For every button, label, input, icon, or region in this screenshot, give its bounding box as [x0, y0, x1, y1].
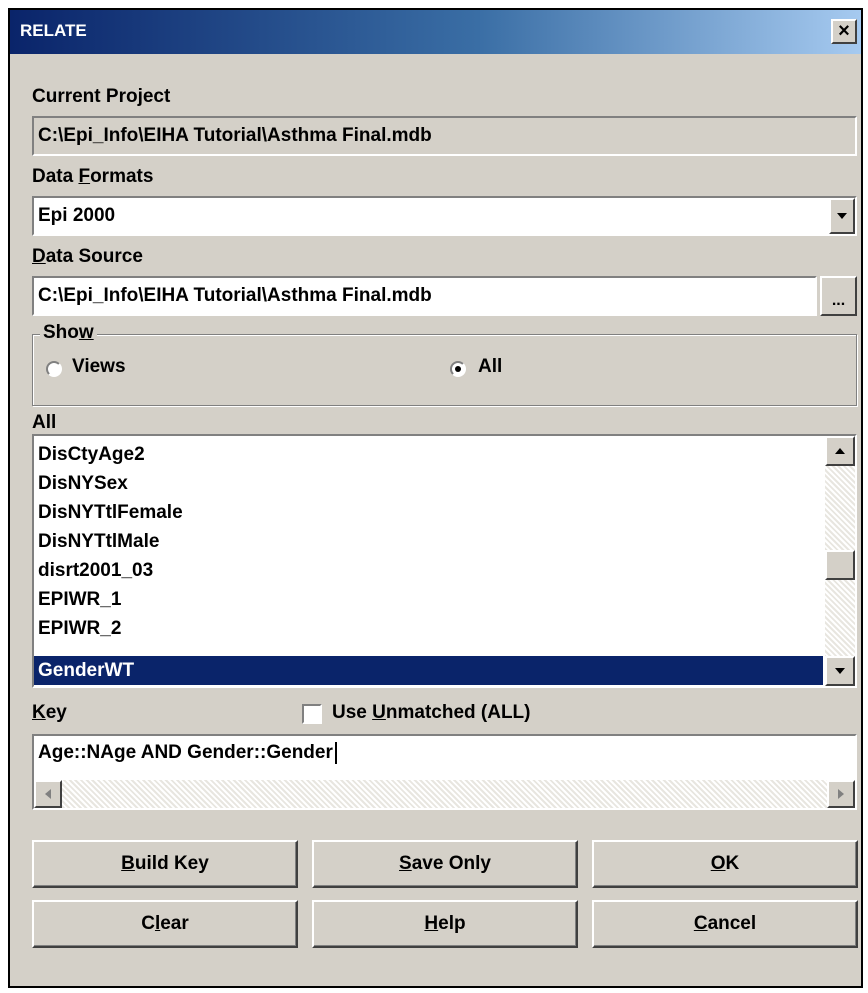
radio-selected-dot	[455, 366, 461, 372]
use-unmatched-label-post: nmatched (ALL)	[385, 702, 531, 723]
chevron-left-icon	[45, 789, 51, 799]
data-source-label-post: ata Source	[45, 246, 143, 267]
list-item[interactable]: DisNYTtlFemale	[34, 498, 823, 527]
list-item[interactable]: DisCtyAge2	[34, 440, 823, 469]
use-unmatched-label[interactable]: Use Unmatched (ALL)	[332, 702, 530, 724]
use-unmatched-label-pre: Use	[332, 702, 373, 723]
help-button[interactable]: Help	[312, 900, 578, 948]
data-formats-label-post: ormats	[90, 166, 154, 187]
radio-views[interactable]	[46, 361, 62, 377]
text-caret	[334, 742, 337, 764]
relate-dialog: RELATE × Current Project C:\Epi_Info\EIH…	[8, 8, 863, 988]
build-key-accel: B	[121, 853, 135, 874]
radio-all[interactable]	[450, 361, 466, 377]
key-label: Key	[32, 702, 67, 724]
list-item[interactable]: EPIWR_2	[34, 614, 823, 643]
list-item[interactable]: DisNYTtlMale	[34, 527, 823, 556]
data-source-value: C:\Epi_Info\EIHA Tutorial\Asthma Final.m…	[38, 285, 432, 306]
data-source-label-accel: D	[32, 246, 46, 267]
ok-button[interactable]: OK	[592, 840, 858, 888]
ok-accel: O	[710, 853, 726, 874]
data-source-input[interactable]: C:\Epi_Info\EIHA Tutorial\Asthma Final.m…	[32, 276, 817, 316]
data-formats-label-pre: Data	[32, 166, 79, 187]
data-formats-select[interactable]: Epi 2000	[32, 196, 857, 236]
key-label-accel: K	[32, 702, 46, 723]
clear-rest: ear	[160, 913, 189, 934]
list-item[interactable]: disrt2001_03	[34, 556, 823, 585]
use-unmatched-checkbox[interactable]	[302, 704, 322, 724]
clear-button[interactable]: Cl ear	[32, 900, 298, 948]
use-unmatched-label-accel: U	[372, 702, 386, 723]
save-only-accel: S	[399, 853, 412, 874]
build-key-button[interactable]: Build Key	[32, 840, 298, 888]
show-legend-accel: w	[78, 322, 94, 343]
data-formats-label: Data Formats	[32, 166, 153, 188]
list-label: All	[32, 412, 57, 433]
clear-pre: C	[141, 913, 155, 934]
show-groupbox	[32, 334, 857, 406]
key-input[interactable]: Age::NAge AND Gender::Gender	[38, 742, 337, 764]
radio-views-label[interactable]: Views	[72, 356, 126, 378]
list-scroll-thumb[interactable]	[825, 550, 855, 580]
radio-all-label[interactable]: All	[478, 356, 502, 378]
data-formats-label-accel: F	[78, 166, 91, 187]
chevron-up-icon	[835, 448, 845, 454]
save-only-rest: ave Only	[411, 853, 491, 874]
chevron-down-icon	[835, 668, 845, 674]
scroll-up-button[interactable]	[825, 436, 855, 466]
cancel-button[interactable]: Cancel	[592, 900, 858, 948]
key-horizontal-scrollbar[interactable]	[34, 780, 855, 808]
current-project-label: Current Project	[32, 86, 171, 107]
data-source-browse-button[interactable]: ...	[820, 276, 857, 316]
help-rest: elp	[438, 913, 466, 934]
chevron-right-icon	[838, 789, 844, 799]
list-item[interactable]: EPIWR_1	[34, 585, 823, 614]
current-project-field: C:\Epi_Info\EIHA Tutorial\Asthma Final.m…	[32, 116, 857, 156]
data-formats-dropdown-button[interactable]	[829, 198, 855, 234]
key-input-box[interactable]: Age::NAge AND Gender::Gender	[32, 734, 857, 810]
data-source-label: Data Source	[32, 246, 143, 268]
title-bar[interactable]: RELATE ×	[10, 10, 861, 54]
build-key-rest: uild Key	[134, 853, 209, 874]
chevron-down-icon	[837, 213, 847, 219]
close-button[interactable]: ×	[831, 19, 857, 44]
cancel-rest: ancel	[707, 913, 757, 934]
key-value: Age::NAge AND Gender::Gender	[38, 742, 333, 764]
browse-ellipsis-icon: ...	[831, 292, 846, 309]
ok-rest: K	[725, 853, 740, 874]
scroll-right-button[interactable]	[827, 780, 855, 808]
data-formats-value: Epi 2000	[38, 205, 116, 226]
list-item-selected[interactable]: GenderWT	[34, 656, 823, 685]
show-legend: Show	[40, 322, 97, 344]
show-legend-pre: Sho	[43, 322, 79, 343]
close-icon: ×	[838, 20, 850, 42]
table-listbox[interactable]: DisCtyAge2 DisNYSex DisNYTtlFemale DisNY…	[32, 434, 857, 688]
scroll-left-button[interactable]	[34, 780, 62, 808]
key-label-post: ey	[45, 702, 67, 723]
cancel-accel: C	[693, 913, 708, 934]
scroll-down-button[interactable]	[825, 656, 855, 686]
help-accel: H	[424, 913, 439, 934]
list-item[interactable]: DisNYSex	[34, 469, 823, 498]
current-project-value: C:\Epi_Info\EIHA Tutorial\Asthma Final.m…	[38, 125, 432, 146]
dialog-title: RELATE	[20, 21, 87, 40]
save-only-button[interactable]: Save Only	[312, 840, 578, 888]
